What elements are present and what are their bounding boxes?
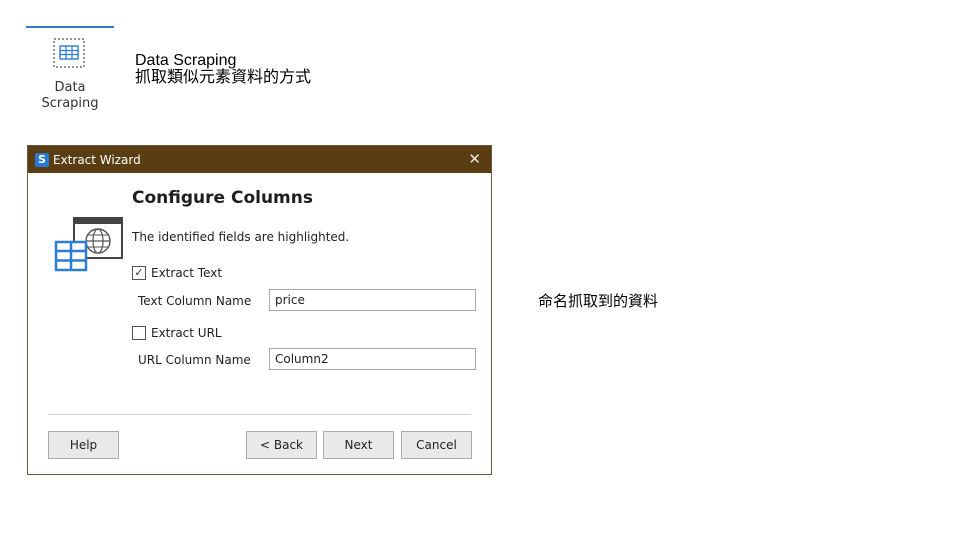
next-button[interactable]: Next bbox=[323, 431, 394, 459]
extract-wizard-dialog: S Extract Wizard ✕ Configure Columns The… bbox=[27, 145, 492, 475]
checkbox-checked-icon[interactable]: ✓ bbox=[132, 266, 146, 280]
label-line-2: Scraping bbox=[41, 96, 99, 111]
url-column-name-label: URL Column Name bbox=[138, 353, 251, 367]
text-column-name-label: Text Column Name bbox=[138, 294, 252, 308]
label-line-1: Data bbox=[54, 80, 86, 95]
extract-text-label: Extract Text bbox=[151, 266, 223, 280]
data-scraping-label: Data Scraping bbox=[26, 80, 114, 112]
checkbox-unchecked-icon[interactable] bbox=[132, 326, 146, 340]
dialog-titlebar: S Extract Wizard ✕ bbox=[28, 146, 491, 173]
uipath-logo-icon: S bbox=[35, 152, 49, 167]
extract-text-checkbox[interactable]: ✓ Extract Text bbox=[132, 266, 222, 280]
extract-url-checkbox[interactable]: Extract URL bbox=[132, 326, 222, 340]
dialog-divider bbox=[48, 414, 471, 415]
data-scraping-ribbon-button[interactable]: Data Scraping bbox=[26, 26, 114, 122]
help-button[interactable]: Help bbox=[48, 431, 119, 459]
data-scraping-icon bbox=[53, 38, 85, 68]
cancel-button[interactable]: Cancel bbox=[401, 431, 472, 459]
dialog-title: Extract Wizard bbox=[53, 152, 141, 167]
dialog-heading: Configure Columns bbox=[132, 188, 313, 208]
close-icon[interactable]: ✕ bbox=[468, 150, 481, 168]
description-subtitle: 抓取類似元素資料的方式 bbox=[135, 69, 312, 86]
ribbon-description: Data Scraping 抓取類似元素資料的方式 bbox=[135, 52, 311, 86]
web-table-icon bbox=[54, 217, 123, 272]
text-column-name-input[interactable] bbox=[269, 289, 476, 311]
side-note: 命名抓取到的資料 bbox=[538, 292, 659, 310]
url-column-name-input[interactable] bbox=[269, 348, 476, 370]
dialog-subtext: The identified fields are highlighted. bbox=[132, 230, 350, 244]
description-title: Data Scraping bbox=[135, 52, 237, 69]
extract-url-label: Extract URL bbox=[151, 326, 222, 340]
back-button[interactable]: < Back bbox=[246, 431, 317, 459]
